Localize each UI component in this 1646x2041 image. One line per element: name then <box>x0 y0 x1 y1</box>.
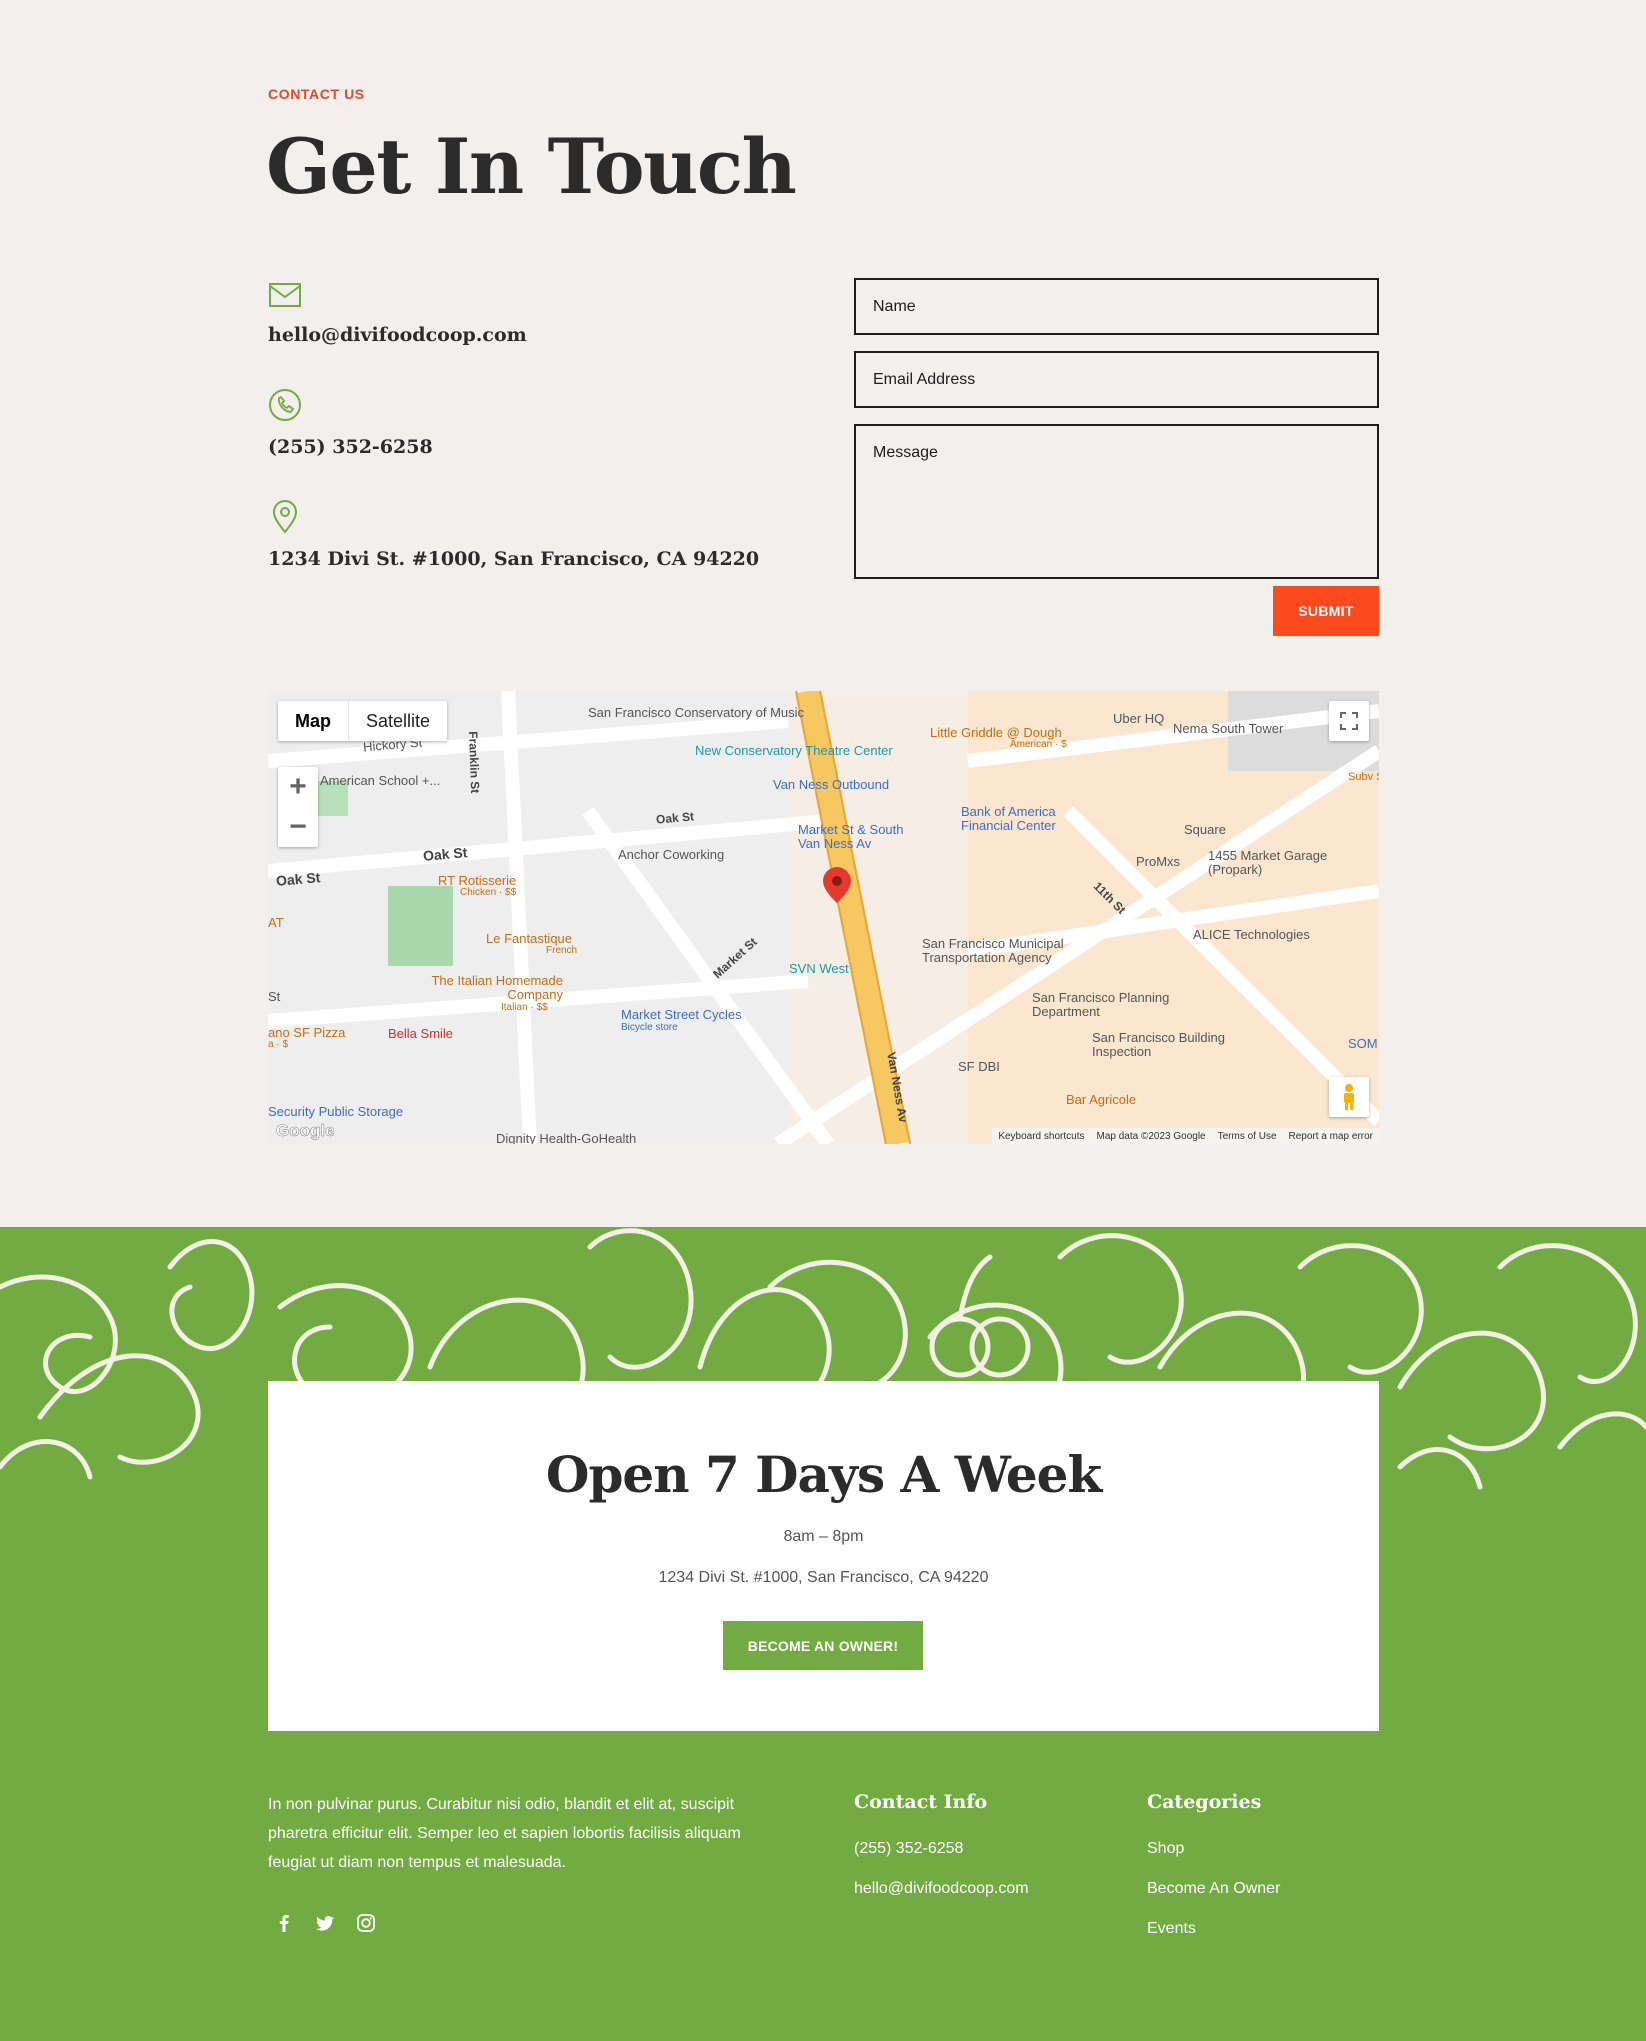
street-view-button[interactable] <box>1329 1077 1369 1117</box>
map-label: SOM <box>1348 1036 1378 1051</box>
map-label: Little Griddle @ Dough <box>930 725 1062 740</box>
zoom-in-button[interactable]: + <box>278 767 318 807</box>
email-field[interactable] <box>854 351 1379 408</box>
map-label: 1455 Market Garage (Propark) <box>1208 848 1328 877</box>
terms-link[interactable]: Terms of Use <box>1218 1131 1277 1142</box>
map-data-text: Map data ©2023 Google <box>1096 1130 1206 1142</box>
map[interactable]: Hickory St American School +... Franklin… <box>268 691 1379 1144</box>
map-label: Subv Sandwicl <box>1348 771 1379 783</box>
map-label: ano SF Pizza <box>268 1025 346 1040</box>
map-label: Square <box>1184 822 1226 837</box>
zoom-out-button[interactable]: − <box>278 807 318 847</box>
map-label: ALICE Technologies <box>1193 927 1310 942</box>
contact-address: 1234 Divi St. #1000, San Francisco, CA 9… <box>268 548 760 570</box>
map-label: Van Ness Outbound <box>773 777 890 792</box>
map-label: Bicycle store <box>621 1022 678 1033</box>
footer-section: Open 7 Days A Week 8am – 8pm 1234 Divi S… <box>0 1227 1646 2041</box>
page-title: Get In Touch <box>266 122 797 211</box>
map-label: Nema South Tower <box>1173 721 1284 736</box>
map-type-map-button[interactable]: Map <box>278 701 349 741</box>
phone-icon <box>269 389 301 421</box>
map-footer: Keyboard shortcuts Map data ©2023 Google… <box>992 1128 1379 1144</box>
map-label: Bar Agricole <box>1066 1092 1137 1107</box>
map-type-control: Map Satellite <box>278 701 448 741</box>
section-eyebrow: CONTACT US <box>268 86 365 102</box>
contact-phone[interactable]: (255) 352-6258 <box>268 436 433 458</box>
map-label: Security Public Storage <box>268 1104 404 1119</box>
map-label: RT Rotisserie <box>438 873 517 888</box>
fullscreen-icon <box>1340 712 1358 730</box>
footer-blurb: In non pulvinar purus. Curabitur nisi od… <box>268 1796 741 1871</box>
map-type-satellite-button[interactable]: Satellite <box>349 701 447 741</box>
message-field[interactable] <box>854 424 1379 579</box>
map-label: ProMxs <box>1136 854 1181 869</box>
map-label: Uber HQ <box>1113 711 1165 726</box>
map-label: San Francisco Conservatory of Music <box>588 705 805 720</box>
keyboard-shortcuts-link[interactable]: Keyboard shortcuts <box>998 1131 1084 1142</box>
contact-info-heading: Contact Info <box>854 1791 988 1813</box>
map-label: American School +... <box>320 773 441 788</box>
hours-title: Open 7 Days A Week <box>545 1445 1102 1504</box>
map-label: San Francisco Building Inspection <box>1092 1030 1225 1059</box>
map-label: SF DBI <box>958 1059 1000 1074</box>
hours-address: 1234 Divi St. #1000, San Francisco, CA 9… <box>658 1569 989 1586</box>
facebook-icon[interactable] <box>273 1912 295 1934</box>
zoom-control: + − <box>278 767 318 847</box>
fullscreen-button[interactable] <box>1329 701 1369 741</box>
instagram-icon[interactable] <box>355 1912 377 1934</box>
map-streets <box>268 691 1379 1144</box>
map-label: French <box>546 945 578 956</box>
map-label: Market Street Cycles <box>621 1007 742 1022</box>
twitter-icon[interactable] <box>314 1912 336 1934</box>
footer-link-shop[interactable]: Shop <box>1147 1840 1184 1858</box>
map-label: New Conservatory Theatre Center <box>695 743 893 758</box>
report-error-link[interactable]: Report a map error <box>1289 1131 1373 1142</box>
footer-email-link[interactable]: hello@divifoodcoop.com <box>854 1880 1029 1898</box>
map-label: San Francisco Planning Department <box>1032 990 1170 1019</box>
map-label: Chicken · $$ <box>460 887 517 898</box>
footer-link-events[interactable]: Events <box>1147 1920 1196 1938</box>
map-label: San Francisco Municipal Transportation A… <box>922 936 1064 965</box>
map-label: St <box>268 989 281 1004</box>
map-label: SVN West <box>789 961 849 976</box>
map-label: a · $ <box>268 1039 289 1050</box>
map-label: The Italian Homemade Company <box>431 973 563 1002</box>
google-logo: Google <box>276 1121 335 1141</box>
map-label: Market St & South Van Ness Av <box>798 822 904 851</box>
map-label: Italian · $$ <box>501 1002 548 1013</box>
hours-card: Open 7 Days A Week 8am – 8pm 1234 Divi S… <box>268 1381 1379 1731</box>
pegman-icon <box>1344 1084 1354 1110</box>
categories-heading: Categories <box>1147 1791 1262 1813</box>
name-field[interactable] <box>854 278 1379 335</box>
become-owner-button[interactable]: BECOME AN OWNER! <box>723 1621 923 1670</box>
map-label: Dignity Health-GoHealth <box>496 1131 637 1144</box>
map-label: Franklin St <box>466 731 483 794</box>
map-label: Le Fantastique <box>486 931 573 946</box>
footer-link-become-owner[interactable]: Become An Owner <box>1147 1880 1280 1898</box>
map-label: American · $ <box>1010 739 1067 750</box>
hours-time: 8am – 8pm <box>783 1528 864 1545</box>
map-label: AT <box>268 915 284 930</box>
submit-button[interactable]: SUBMIT <box>1273 586 1379 636</box>
contact-email[interactable]: hello@divifoodcoop.com <box>268 324 527 346</box>
footer-phone-link[interactable]: (255) 352-6258 <box>854 1840 963 1858</box>
map-label: Anchor Coworking <box>618 847 725 862</box>
map-label: Bank of America Financial Center <box>961 804 1056 833</box>
envelope-icon <box>269 283 301 307</box>
location-pin-icon <box>272 500 298 534</box>
map-label: Bella Smile <box>388 1026 454 1041</box>
